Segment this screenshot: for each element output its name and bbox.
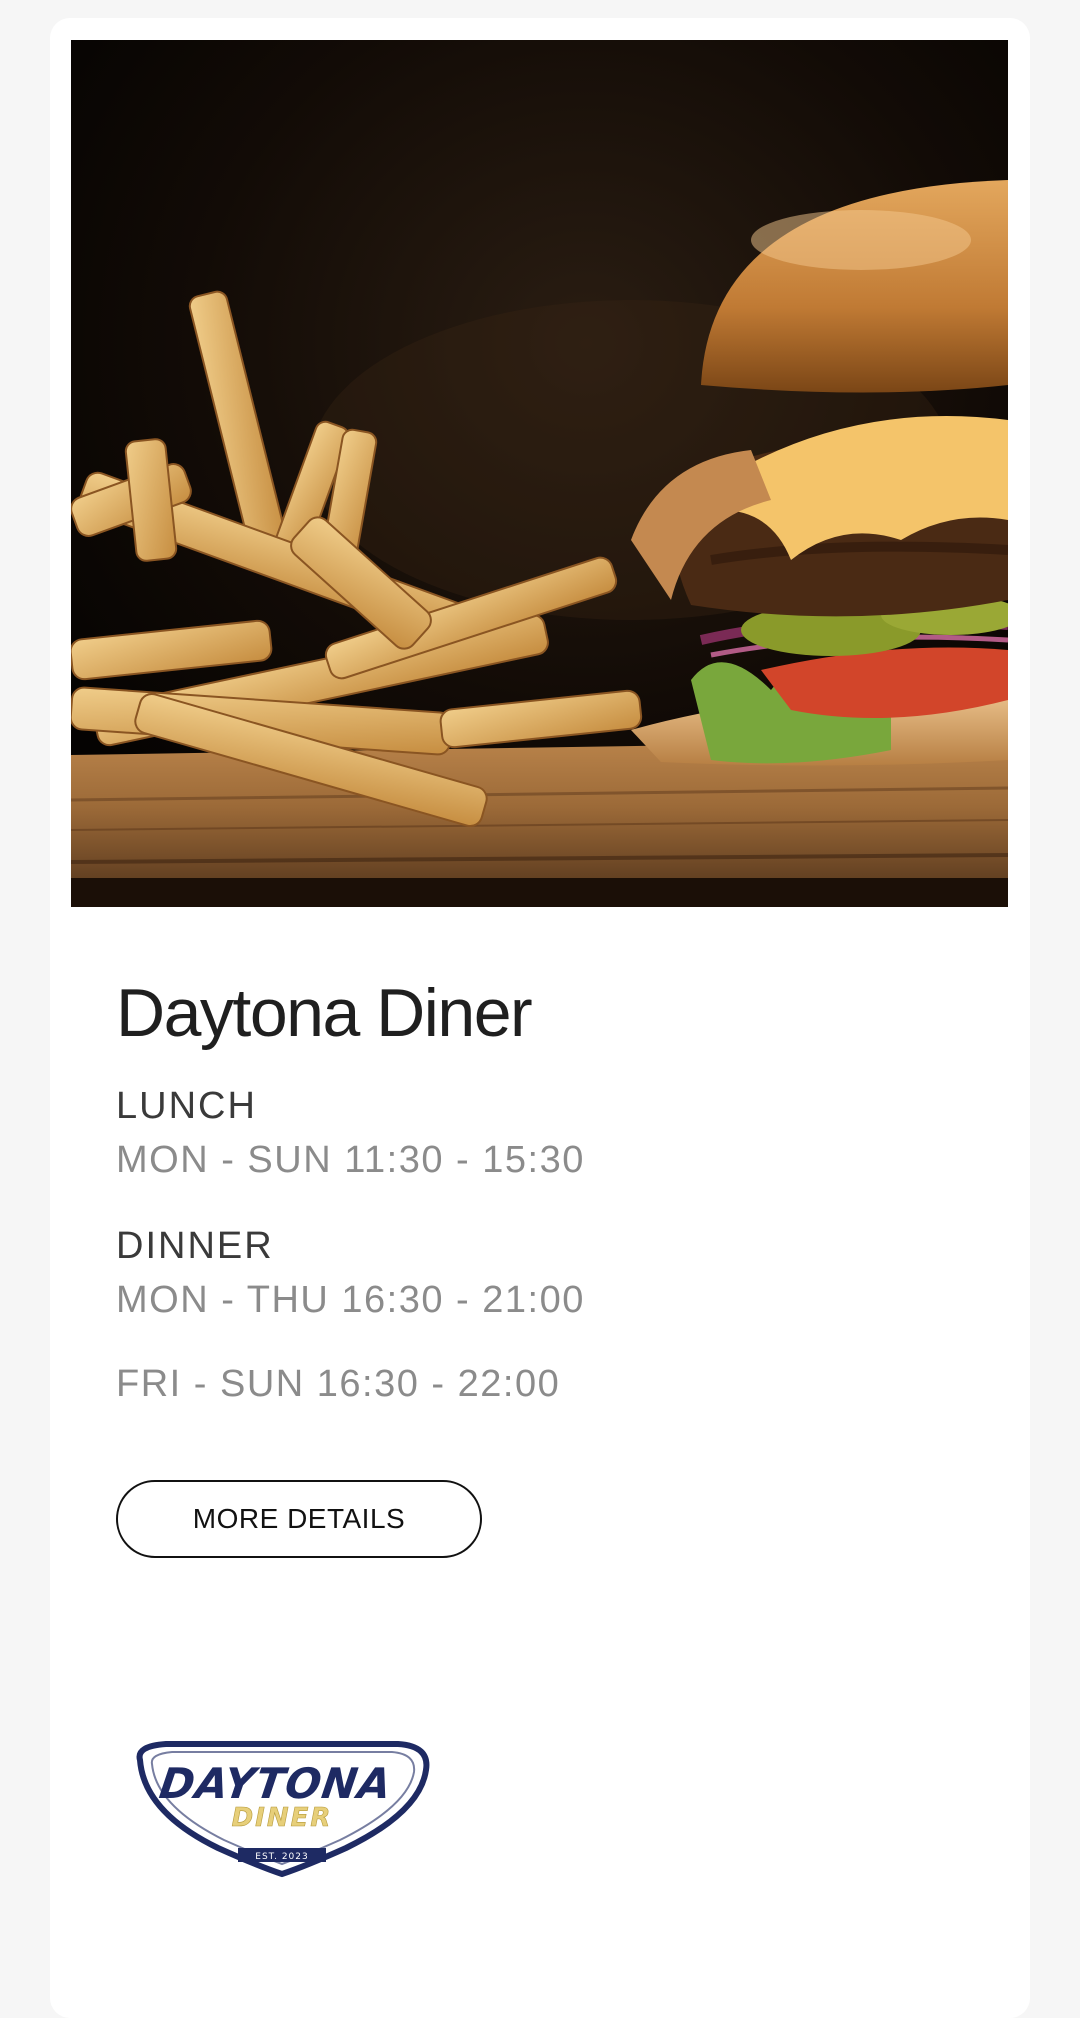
restaurant-name: Daytona Diner	[116, 975, 533, 1051]
dinner-label: DINNER	[116, 1225, 274, 1267]
logo-word-sub: DINER	[232, 1803, 333, 1833]
daytona-diner-logo: DAYTONA DINER EST. 2023	[126, 1740, 438, 1878]
hero-image-burger-and-fries	[71, 40, 1008, 907]
restaurant-card: Daytona Diner LUNCH MON - SUN 11:30 - 15…	[50, 18, 1030, 2018]
dinner-hours-weekday: MON - THU 16:30 - 21:00	[116, 1279, 585, 1321]
logo-word-main: DAYTONA	[157, 1759, 396, 1808]
more-details-button[interactable]: MORE DETAILS	[116, 1480, 482, 1558]
lunch-hours: MON - SUN 11:30 - 15:30	[116, 1139, 585, 1181]
lunch-label: LUNCH	[116, 1085, 257, 1127]
restaurant-info: Daytona Diner LUNCH MON - SUN 11:30 - 15…	[116, 973, 966, 1407]
dinner-hours-weekend: FRI - SUN 16:30 - 22:00	[116, 1363, 561, 1405]
logo-established: EST. 2023	[255, 1852, 308, 1862]
